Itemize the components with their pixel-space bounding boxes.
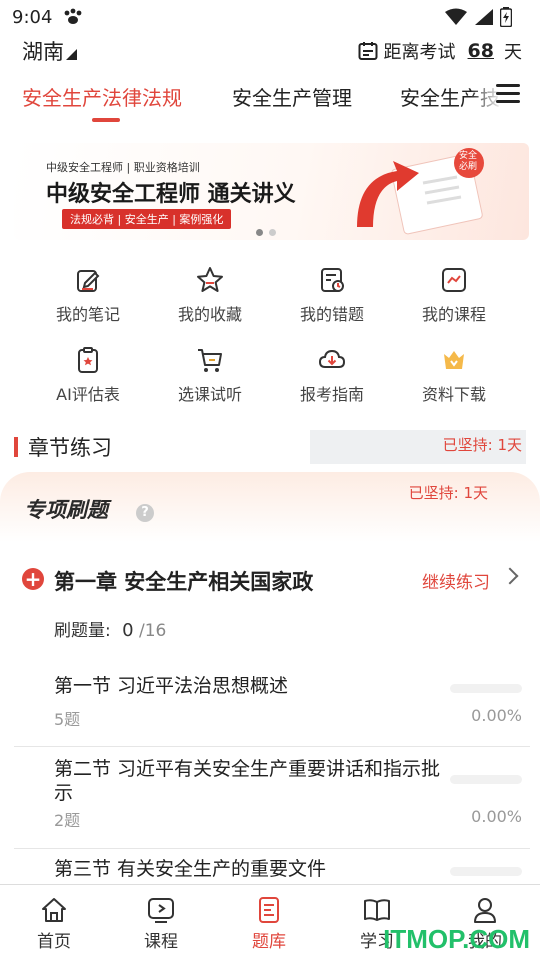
clipboard-star-icon [78,347,98,373]
section-progress-bar [450,684,522,693]
section-percent: 0.00% [471,807,522,826]
shortcut-label: AI评估表 [56,385,120,404]
chevron-right-icon[interactable] [501,567,519,585]
caret-down-icon [66,48,77,60]
shortcut-courses[interactable]: 我的课程 [394,265,514,325]
chapter-title[interactable]: 第一章 安全生产相关国家政 [54,566,313,596]
note-edit-icon [77,270,100,292]
shortcut-notes[interactable]: 我的笔记 [28,265,148,325]
section-title: 第二节 习近平有关安全生产重要讲话和指示批示 [54,758,441,804]
exam-label: 距离考试 [383,42,456,63]
open-book-icon [364,899,390,921]
list-item[interactable]: 第三节 有关安全生产的重要文件 [14,849,530,889]
course-chart-icon [442,268,466,292]
banner-subtitle: 中级安全工程师 | 职业资格培训 [46,161,200,174]
shortcut-label: 我的收藏 [177,305,242,324]
question-bank-icon [259,897,279,923]
list-item[interactable]: 第二节 习近平有关安全生产重要讲话和指示批示 2题 0.00% [14,747,530,849]
shortcut-mistakes[interactable]: 我的错题 [272,265,392,325]
status-icons [444,7,512,27]
banner-seal: 安全必刷 [458,151,477,172]
section-progress-bar [450,775,522,784]
count-done: 0 [122,620,134,641]
exam-days: 68 [467,40,494,62]
status-time: 9:04 [12,7,53,28]
shortcut-label: 我的课程 [421,305,486,324]
section-percent: 0.00% [471,706,522,725]
subject-tabs: 安全生产法律法规 安全生产管理 安全生产技 [0,76,540,126]
calendar-icon [358,42,378,60]
count-total: /16 [139,621,167,641]
shortcut-favorites[interactable]: 我的收藏 [150,265,270,325]
help-icon[interactable]: ? [136,504,154,522]
section-accent-bar [14,437,18,457]
region-selector[interactable]: 湖南 [22,36,77,66]
home-icon [42,898,66,922]
tab-law[interactable]: 安全生产法律法规 [22,82,182,111]
site-watermark: ITMOP.COM [383,924,530,954]
nav-label: 课程 [144,932,178,952]
exam-countdown[interactable]: 距离考试 68 天 [358,38,522,64]
error-book-icon [321,268,344,292]
streak-box-top: 已坚持: 1天 [310,430,526,464]
top-bar: 湖南 距离考试 68 天 [0,36,540,70]
nav-home[interactable]: 首页 [14,895,94,952]
list-item[interactable]: 第一节 习近平法治思想概述 5题 0.00% [14,660,530,747]
shortcut-label: 资料下载 [421,385,486,404]
banner-tags: 法规必背 | 安全生产 | 案例强化 [62,209,232,229]
signal-icon [475,9,493,25]
special-practice-card[interactable]: 专项刷题 ? 已坚持: 1天 [0,472,540,542]
special-practice-title: 专项刷题 [24,498,108,522]
shortcut-label: 报考指南 [299,385,364,404]
shortcut-label: 我的笔记 [55,305,120,324]
section-question-count: 5题 [54,710,81,729]
shortcut-ai-eval[interactable]: AI评估表 [28,345,148,405]
section-title: 第三节 有关安全生产的重要文件 [54,858,327,880]
shortcut-trial[interactable]: 选课试听 [150,345,270,405]
battery-icon [500,7,512,27]
wifi-icon [445,8,467,25]
menu-icon[interactable] [496,84,520,104]
pager-dot [269,229,276,236]
active-tab-indicator [92,118,120,122]
nav-label: 首页 [37,932,71,952]
person-icon [474,898,496,923]
expand-plus-icon[interactable]: + [22,568,44,590]
nav-courses[interactable]: 课程 [121,895,201,952]
shortcut-label: 选课试听 [177,385,242,404]
count-label: 刷题量: [54,621,111,641]
nav-question-bank[interactable]: 题库 [229,895,309,952]
status-bar: 9:04 [0,0,540,36]
practice-count: 刷题量: 0 /16 [54,616,166,641]
paw-icon [64,8,82,24]
crown-gift-icon [444,351,464,369]
exam-unit: 天 [504,42,522,63]
star-icon [197,267,223,292]
banner-pager [256,229,276,236]
cloud-download-icon [318,349,346,368]
play-screen-icon [148,898,174,923]
special-streak: 已坚持: 1天 [408,484,488,502]
promo-banner[interactable]: 中级安全工程师 | 职业资格培训 中级安全工程师 通关讲义 法规必背 | 安全生… [14,143,529,240]
shortcut-label: 我的错题 [299,305,364,324]
section-title: 第一节 习近平法治思想概述 [54,675,289,697]
section-title: 章节练习 [28,436,112,460]
shortcut-downloads[interactable]: 资料下载 [394,345,514,405]
shortcut-guide[interactable]: 报考指南 [272,345,392,405]
section-question-count: 2题 [54,811,81,830]
banner-title: 中级安全工程师 通关讲义 [46,182,296,207]
pager-dot-active [256,229,263,236]
chapter-practice-header: 章节练习 已坚持: 1天 [14,430,530,464]
streak-text: 已坚持: 1天 [442,436,522,454]
continue-practice-button[interactable]: 继续练习 [422,568,490,593]
region-label: 湖南 [22,40,64,64]
section-progress-bar [450,867,522,876]
cart-icon [198,349,222,372]
nav-label: 题库 [252,932,286,952]
tab-management[interactable]: 安全生产管理 [232,82,352,111]
